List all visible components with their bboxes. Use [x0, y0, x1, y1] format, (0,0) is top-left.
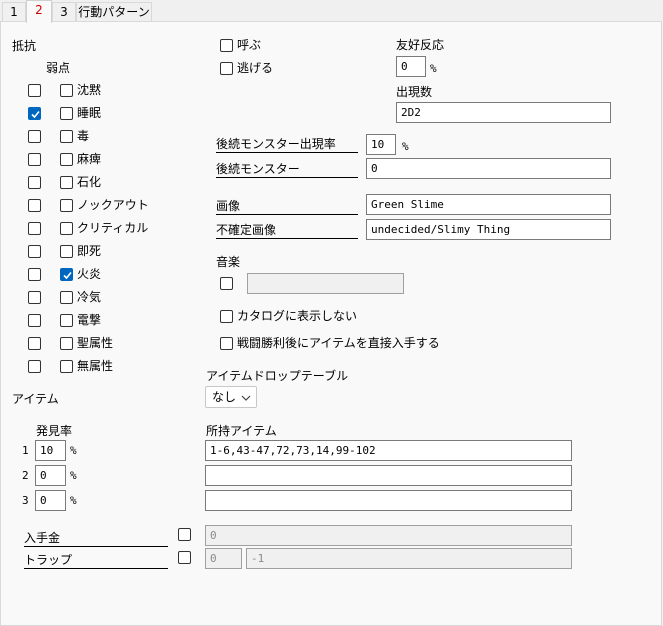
items-title: アイテム — [12, 392, 59, 406]
gold-label: 入手金 — [24, 530, 168, 547]
image-input[interactable]: Green Slime — [366, 194, 611, 215]
weakness-checkbox[interactable] — [60, 245, 73, 258]
resistance-item-label: 沈黙 — [77, 83, 102, 97]
held-items-header: 所持アイテム — [206, 424, 277, 438]
drop-table-select[interactable]: なし — [205, 386, 257, 408]
checkmark-icon — [63, 271, 72, 280]
resist-checkbox[interactable] — [28, 291, 41, 304]
drop-table-label: アイテムドロップテーブル — [206, 369, 349, 383]
hide-catalog-label: カタログに表示しない — [237, 309, 358, 323]
friendly-unit: % — [430, 62, 437, 75]
tab-1[interactable]: 1 — [2, 2, 26, 22]
resistance-item-label: 無属性 — [77, 359, 114, 373]
resistance-item-label: クリティカル — [77, 221, 149, 235]
resist-checkbox[interactable] — [28, 199, 41, 212]
flee-checkbox[interactable] — [220, 62, 233, 75]
direct-item-checkbox[interactable] — [220, 337, 233, 350]
resistance-item-label: 聖属性 — [77, 336, 114, 350]
item-rate-unit: % — [70, 444, 77, 457]
item-rate-input[interactable]: 0 — [35, 490, 66, 511]
weakness-checkbox[interactable] — [60, 291, 73, 304]
follow-rate-input[interactable]: 10 — [366, 134, 396, 155]
item-rate-unit: % — [70, 494, 77, 507]
held-items-input[interactable] — [205, 490, 572, 511]
follow-rate-unit: % — [402, 140, 409, 153]
resist-checkbox[interactable] — [28, 176, 41, 189]
trap-checkbox[interactable] — [178, 551, 191, 564]
tab-3[interactable]: 3 — [52, 2, 76, 22]
weakness-header: 弱点 — [46, 61, 71, 75]
appear-count-input[interactable]: 2D2 — [396, 102, 611, 123]
held-items-input[interactable] — [205, 465, 572, 486]
weakness-checkbox[interactable] — [60, 268, 73, 281]
drop-table-value: なし — [212, 390, 237, 404]
weakness-checkbox[interactable] — [60, 337, 73, 350]
resistance-item-label: 麻痺 — [77, 152, 102, 166]
music-checkbox[interactable] — [220, 277, 233, 290]
direct-item-label: 戦闘勝利後にアイテムを直接入手する — [237, 336, 440, 350]
trap-input-1[interactable]: 0 — [205, 548, 242, 569]
item-rate-unit: % — [70, 469, 77, 482]
resistance-item-label: 電撃 — [77, 313, 102, 327]
resist-checkbox[interactable] — [28, 84, 41, 97]
friendly-input[interactable]: 0 — [396, 56, 426, 77]
gold-checkbox[interactable] — [178, 528, 191, 541]
resistance-item-label: 火炎 — [77, 267, 102, 281]
follow-rate-label: 後続モンスター出現率 — [216, 136, 358, 153]
checkmark-icon — [31, 110, 40, 119]
call-label: 呼ぶ — [237, 38, 262, 52]
music-label: 音楽 — [216, 255, 241, 269]
item-rate-input[interactable]: 10 — [35, 440, 66, 461]
trap-label: トラップ — [24, 552, 168, 569]
image-label: 画像 — [216, 198, 358, 215]
item-row-number: 1 — [22, 444, 29, 457]
resist-checkbox[interactable] — [28, 314, 41, 327]
uncertain-image-input[interactable]: undecided/Slimy Thing — [366, 219, 611, 240]
held-items-input[interactable]: 1-6,43-47,72,73,14,99-102 — [205, 440, 572, 461]
resistance-item-label: 毒 — [77, 129, 90, 143]
flee-label: 逃げる — [237, 61, 274, 75]
resistance-item-label: 石化 — [77, 175, 102, 189]
resistance-item-label: 冷気 — [77, 290, 102, 304]
weakness-checkbox[interactable] — [60, 84, 73, 97]
resist-checkbox[interactable] — [28, 337, 41, 350]
follow-monster-label: 後続モンスター — [216, 161, 358, 178]
tab-strip: 1 2 3 行動パターン — [0, 0, 663, 23]
tab-2[interactable]: 2 — [26, 0, 52, 23]
weakness-checkbox[interactable] — [60, 199, 73, 212]
hide-catalog-checkbox[interactable] — [220, 310, 233, 323]
resist-checkbox[interactable] — [28, 268, 41, 281]
resist-checkbox[interactable] — [28, 360, 41, 373]
resist-checkbox[interactable] — [28, 130, 41, 143]
weakness-checkbox[interactable] — [60, 314, 73, 327]
music-input[interactable] — [247, 273, 404, 294]
friendly-label: 友好反応 — [396, 38, 445, 52]
trap-input-2[interactable]: -1 — [246, 548, 572, 569]
weakness-checkbox[interactable] — [60, 107, 73, 120]
resistance-item-label: ノックアウト — [77, 198, 149, 212]
resistance-item-label: 睡眠 — [77, 106, 102, 120]
item-row-number: 2 — [22, 469, 29, 482]
appear-count-label: 出現数 — [396, 85, 433, 99]
uncertain-image-label: 不確定画像 — [216, 222, 358, 239]
resist-checkbox[interactable] — [28, 245, 41, 258]
item-row-number: 3 — [22, 494, 29, 507]
resist-checkbox[interactable] — [28, 107, 41, 120]
tab-behavior-pattern[interactable]: 行動パターン — [76, 2, 152, 22]
resistance-item-label: 即死 — [77, 244, 102, 258]
follow-monster-input[interactable]: 0 — [366, 158, 611, 179]
weakness-checkbox[interactable] — [60, 153, 73, 166]
weakness-checkbox[interactable] — [60, 222, 73, 235]
item-rate-input[interactable]: 0 — [35, 465, 66, 486]
weakness-checkbox[interactable] — [60, 360, 73, 373]
rate-header: 発見率 — [36, 424, 73, 438]
weakness-checkbox[interactable] — [60, 176, 73, 189]
gold-input[interactable]: 0 — [205, 525, 572, 546]
call-checkbox[interactable] — [220, 39, 233, 52]
chevron-down-icon — [241, 395, 251, 401]
weakness-checkbox[interactable] — [60, 130, 73, 143]
resist-checkbox[interactable] — [28, 153, 41, 166]
resist-checkbox[interactable] — [28, 222, 41, 235]
resistance-title: 抵抗 — [12, 39, 37, 53]
